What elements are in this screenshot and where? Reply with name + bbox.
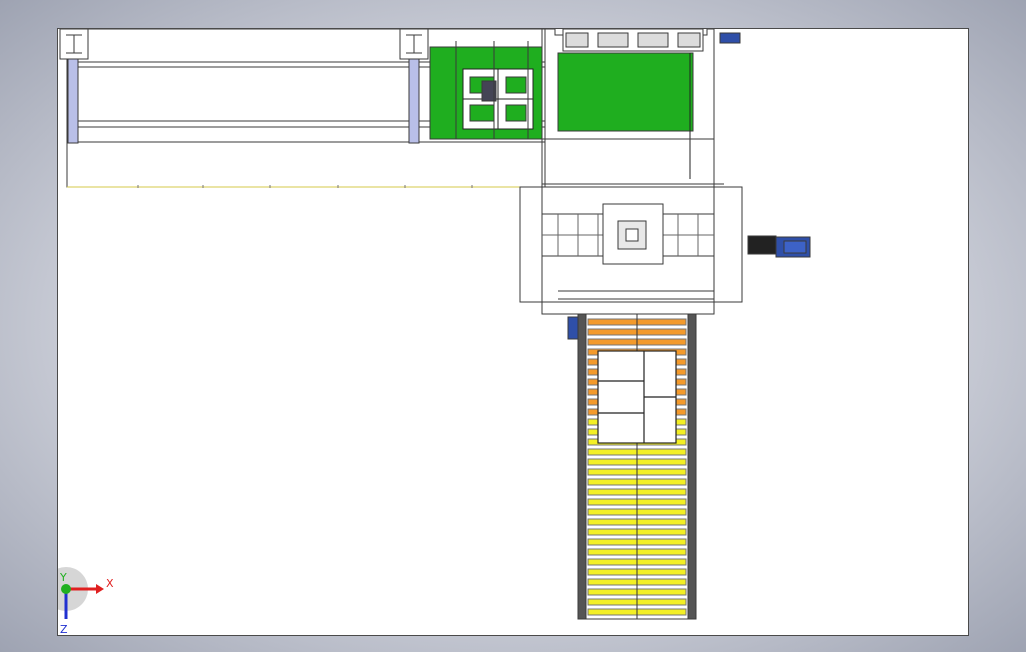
- cad-drawing[interactable]: X Y Z: [58, 29, 970, 637]
- product-box[interactable]: [597, 350, 677, 444]
- x-axis-label: X: [106, 577, 114, 590]
- z-axis-label: Z: [60, 623, 68, 636]
- drive-motor: [747, 235, 777, 255]
- rail-post-right: [408, 56, 420, 144]
- y-axis-label: Y: [59, 571, 67, 584]
- rail-post-left: [67, 56, 79, 144]
- graphics-viewport[interactable]: X Y Z: [57, 28, 969, 636]
- axis-triad: X Y Z: [58, 567, 114, 636]
